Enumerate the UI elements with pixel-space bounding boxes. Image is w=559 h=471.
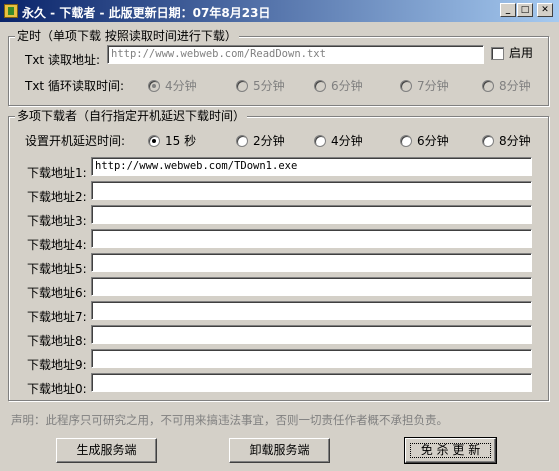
interval-radio-4min[interactable]: 4分钟	[148, 79, 197, 93]
txt-read-address-label: Txt 读取地址:	[25, 53, 100, 67]
delay-radio-2min[interactable]: 2分钟	[236, 134, 285, 148]
multi-group-title: 多项下载者（自行指定开机延迟下载时间）	[15, 109, 248, 123]
interval-radio-7min[interactable]: 7分钟	[400, 79, 449, 93]
download-url-input-1[interactable]: http://www.webweb.com/TDown1.exe	[91, 157, 532, 176]
title-bar[interactable]: 永久 - 下载者 - 此版更新日期：07年8月23日 _ □ ✕	[0, 0, 559, 22]
download-url-label-1: 下载地址1:	[27, 166, 87, 180]
uninstall-server-button[interactable]: 卸载服务端	[229, 438, 330, 463]
txt-loop-time-label: Txt 循环读取时间:	[25, 79, 124, 93]
download-url-input-8[interactable]	[91, 325, 532, 344]
download-url-input-3[interactable]	[91, 205, 532, 224]
download-url-label-5: 下载地址5:	[27, 262, 87, 276]
delay-radio-15s[interactable]: 15 秒	[148, 134, 196, 148]
download-url-label-3: 下载地址3:	[27, 214, 87, 228]
radio-dot	[148, 80, 160, 92]
txt-read-address-input[interactable]: http://www.webweb.com/ReadDown.txt	[107, 45, 484, 64]
delay-radio-8min[interactable]: 8分钟	[482, 134, 531, 148]
radio-dot	[400, 135, 412, 147]
startup-delay-label: 设置开机延迟时间:	[25, 134, 126, 148]
timed-group-title: 定时（单项下载 按照读取时间进行下载）	[15, 29, 239, 43]
radio-dot	[148, 135, 160, 147]
close-button[interactable]: ✕	[537, 3, 553, 17]
minimize-button[interactable]: _	[500, 3, 516, 17]
radio-dot	[482, 135, 494, 147]
interval-radio-8min[interactable]: 8分钟	[482, 79, 531, 93]
download-url-input-2[interactable]	[91, 181, 532, 200]
download-url-input-5[interactable]	[91, 253, 532, 272]
download-url-input-4[interactable]	[91, 229, 532, 248]
download-url-input-9[interactable]	[91, 349, 532, 368]
interval-radio-5min[interactable]: 5分钟	[236, 79, 285, 93]
download-url-label-4: 下载地址4:	[27, 238, 87, 252]
radio-dot	[400, 80, 412, 92]
app-icon	[4, 4, 18, 18]
maximize-button[interactable]: □	[517, 3, 533, 17]
radio-dot	[236, 80, 248, 92]
download-url-label-8: 下载地址8:	[27, 334, 87, 348]
radio-dot	[314, 135, 326, 147]
download-url-label-0: 下载地址0:	[27, 382, 87, 396]
download-url-label-9: 下载地址9:	[27, 358, 87, 372]
focus-rect	[410, 443, 491, 458]
update-button[interactable]: 免 杀 更 新	[404, 437, 497, 464]
generate-server-button[interactable]: 生成服务端	[56, 438, 157, 463]
enable-checkbox[interactable]	[491, 47, 504, 60]
delay-radio-4min[interactable]: 4分钟	[314, 134, 363, 148]
radio-dot	[236, 135, 248, 147]
radio-dot	[482, 80, 494, 92]
disclaimer-text: 声明：此程序只可研究之用，不可用来搞违法事宜，否则一切责任作者概不承担负责。	[11, 413, 448, 427]
radio-dot	[314, 80, 326, 92]
interval-radio-6min[interactable]: 6分钟	[314, 79, 363, 93]
delay-radio-6min[interactable]: 6分钟	[400, 134, 449, 148]
download-url-label-2: 下载地址2:	[27, 190, 87, 204]
download-url-input-6[interactable]	[91, 277, 532, 296]
download-url-input-0[interactable]	[91, 373, 532, 392]
enable-label: 启用	[509, 46, 534, 60]
download-url-input-7[interactable]	[91, 301, 532, 320]
download-url-label-7: 下载地址7:	[27, 310, 87, 324]
window-title: 永久 - 下载者 - 此版更新日期：07年8月23日	[22, 6, 271, 20]
download-url-label-6: 下载地址6:	[27, 286, 87, 300]
